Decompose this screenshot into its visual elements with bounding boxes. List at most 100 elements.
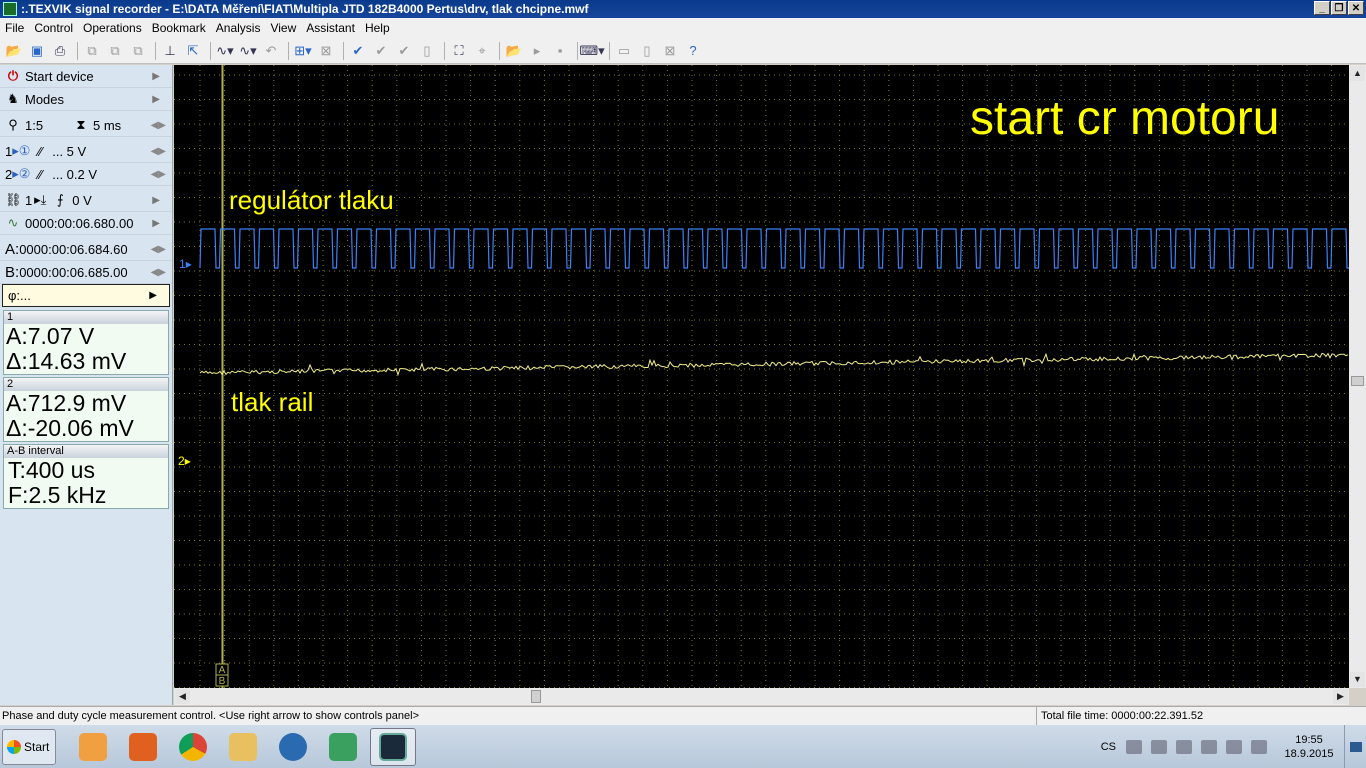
taskbar-media-player[interactable] [70, 728, 116, 766]
close-button[interactable]: ✕ [1348, 1, 1364, 15]
scroll-down-icon[interactable]: ▼ [1350, 672, 1365, 687]
scroll-up-icon[interactable]: ▲ [1350, 66, 1365, 81]
volume-icon[interactable] [1251, 739, 1267, 754]
channel-2-measurement: 2 A:712.9 mV Δ:-20.06 mV [3, 377, 169, 442]
bookmark-delete-icon[interactable]: ▪ [550, 41, 570, 61]
open-folder-icon[interactable]: 📂 [4, 41, 24, 61]
copy-icon[interactable]: ⧉ [82, 41, 102, 61]
vertical-scroll-thumb[interactable] [1351, 376, 1364, 386]
channel-1-row[interactable]: 1 ▸① ⁄⁄ ... 5 V ◀▶ [0, 140, 172, 163]
menu-help[interactable]: Help [360, 21, 395, 35]
menu-assistant[interactable]: Assistant [301, 21, 360, 35]
vertical-scrollbar[interactable]: ▲ ▼ [1349, 65, 1366, 688]
menu-file[interactable]: File [0, 21, 29, 35]
save-icon[interactable]: ▣ [27, 41, 47, 61]
taskbar-texvik[interactable] [370, 727, 416, 766]
taskbar-app-6[interactable] [320, 728, 366, 766]
trigger-edge-icon: ▸⤓ [34, 192, 47, 207]
network-icon[interactable] [1176, 739, 1192, 754]
minimize-button[interactable]: _ [1314, 1, 1330, 15]
taskbar-app-5[interactable] [270, 728, 316, 766]
bookmark-next-icon[interactable]: ▸ [527, 41, 547, 61]
taskbar-chrome[interactable] [170, 728, 216, 766]
cursor-b-row[interactable]: B: 0000:00:06.685.00 ◀▶ [0, 261, 172, 284]
trigger-level: 0 V [72, 192, 92, 208]
check-icon[interactable]: ✔ [348, 41, 368, 61]
system-tray: CS 19:55 18.9.2015 [1101, 725, 1366, 768]
ab-interval-measurement: A-B interval T:400 us F:2.5 kHz [3, 444, 169, 509]
spin-arrows-icon[interactable]: ◀▶ [151, 244, 166, 255]
undo-icon[interactable]: ↶ [261, 41, 281, 61]
scroll-left-icon[interactable]: ◀ [175, 689, 190, 704]
restore-button[interactable]: ❐ [1331, 1, 1347, 15]
bookmark-folder-icon[interactable]: 📂 [504, 41, 524, 61]
flag-icon[interactable] [1151, 739, 1167, 754]
document-icon[interactable]: ▯ [417, 41, 437, 61]
toolbar-separator [288, 41, 289, 60]
show-desktop-button[interactable] [1344, 725, 1366, 768]
check-all-icon[interactable]: ✔ [394, 41, 414, 61]
menu-analysis[interactable]: Analysis [211, 21, 266, 35]
check-down-icon[interactable]: ✔ [371, 41, 391, 61]
phase-label: φ:... [8, 288, 31, 303]
start-device-button[interactable]: ⏻ Start device ▶ [0, 65, 172, 88]
chevron-right-icon: ▶ [149, 290, 157, 301]
help-icon[interactable]: ? [683, 41, 703, 61]
paste-icon[interactable]: ⧉ [105, 41, 125, 61]
waveform-icon[interactable]: ∿▾ [215, 41, 235, 61]
start-button[interactable]: Start [2, 728, 56, 765]
menu-view[interactable]: View [265, 21, 301, 35]
clear-icon[interactable]: ⊠ [660, 41, 680, 61]
channel-2-row[interactable]: 2 ▸② ⁄⁄ ... 0.2 V ◀▶ [0, 163, 172, 186]
spin-arrows-icon[interactable]: ◀▶ [151, 146, 166, 157]
cursor-a-row[interactable]: A: 0000:00:06.684.60 ◀▶ [0, 238, 172, 261]
cursor-a-tag-label: A [219, 665, 226, 676]
waveform-filter-icon[interactable]: ∿▾ [238, 41, 258, 61]
menu-control[interactable]: Control [29, 21, 78, 35]
timebase-row[interactable]: ⚲ 1:5 ⧗ 5 ms ◀▶ [0, 114, 172, 137]
horizontal-scrollbar[interactable]: ◀ ▶ [174, 688, 1349, 705]
channel-2-annotation: tlak rail [231, 387, 313, 417]
language-indicator[interactable]: CS [1101, 741, 1116, 753]
channel-1-marker: 1▸ [179, 257, 192, 271]
screen-icon[interactable]: ⊞▾ [293, 41, 313, 61]
clock-time: 19:55 [1295, 733, 1323, 746]
spin-arrows-icon[interactable]: ◀▶ [151, 169, 166, 180]
chevron-right-icon: ▶ [152, 217, 160, 229]
zoom-icon: ⚲ [8, 117, 18, 132]
page-icon[interactable]: ▯ [637, 41, 657, 61]
control-panel: ⏻ Start device ▶ ♞ Modes ▶ ⚲ 1:5 ⧗ 5 ms … [0, 65, 173, 705]
horizontal-scroll-thumb[interactable] [531, 690, 541, 703]
scroll-right-icon[interactable]: ▶ [1333, 689, 1348, 704]
trigger-time-row[interactable]: ∿ 0000:00:06.680.00 ▶ [0, 212, 172, 235]
trigger-level-icon: ⨍ [56, 192, 64, 207]
channel-1-annotation: regulátor tlaku [229, 185, 394, 215]
export-icon[interactable]: ⧉ [128, 41, 148, 61]
zoom-tool-icon[interactable]: ⌖ [472, 41, 492, 61]
trigger-row[interactable]: ⛓ 1 ▸⤓ ⨍ 0 V ▶ [0, 189, 172, 212]
print-icon[interactable]: ⎙ [50, 41, 70, 61]
action-center-icon[interactable] [1201, 739, 1217, 754]
cursor-measure-icon[interactable]: ⊥ [160, 41, 180, 61]
spin-arrows-icon[interactable]: ◀▶ [151, 267, 166, 278]
taskbar-app-2[interactable] [120, 728, 166, 766]
taskbar-explorer[interactable] [220, 728, 266, 766]
device-icon[interactable] [1226, 739, 1242, 754]
menu-bookmark[interactable]: Bookmark [147, 21, 211, 35]
oscilloscope-display[interactable]: A B 1▸ 2▸ start cr motoru regulátor tlak… [174, 65, 1349, 688]
measurement-value-a: A:7.07 V [6, 323, 95, 349]
menu-operations[interactable]: Operations [78, 21, 147, 35]
clock[interactable]: 19:55 18.9.2015 [1276, 733, 1342, 761]
spin-arrows-icon[interactable]: ◀▶ [151, 120, 166, 131]
modes-button[interactable]: ♞ Modes ▶ [0, 88, 172, 111]
scope-canvas: A B 1▸ 2▸ start cr motoru regulátor tlak… [174, 65, 1349, 688]
show-hidden-icons-icon[interactable] [1126, 739, 1142, 754]
image-icon[interactable]: ▭ [614, 41, 634, 61]
keyboard-icon[interactable]: ⌨▾ [579, 41, 604, 61]
phase-control-row[interactable]: φ:... ▶ [2, 284, 170, 307]
cursor-a-label: A: [5, 240, 20, 258]
cursor-select-icon[interactable]: ⇱ [183, 41, 203, 61]
screen-off-icon[interactable]: ⊠ [316, 41, 336, 61]
toolbar-separator [577, 41, 578, 60]
zoom-fit-icon[interactable]: ⛶ [449, 41, 469, 61]
